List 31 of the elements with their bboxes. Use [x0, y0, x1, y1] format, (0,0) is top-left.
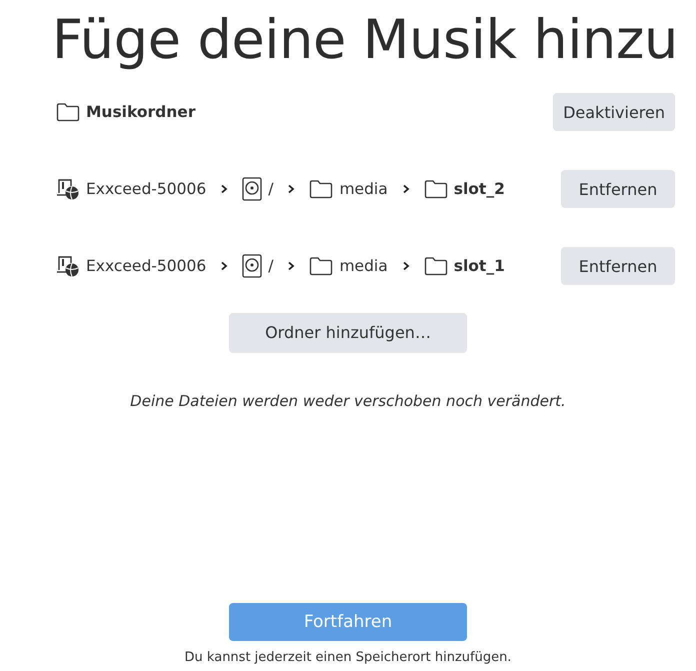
info-note: Deine Dateien werden weder verschoben noch verändert.	[130, 392, 566, 410]
folder-icon	[56, 102, 80, 122]
chevron-right-icon	[287, 261, 296, 271]
path-label: Exxceed-50006	[86, 180, 206, 198]
network-computer-icon	[56, 254, 80, 278]
folder-icon	[424, 179, 448, 199]
chevron-right-icon	[402, 184, 410, 194]
path-label: /	[268, 257, 274, 275]
chevron-right-icon	[220, 261, 228, 271]
location-button[interactable]: Entfernen	[561, 247, 675, 285]
folder-icon	[309, 256, 334, 276]
path-label: media	[339, 180, 388, 198]
folder-icon	[309, 179, 334, 199]
hard-drive-icon	[242, 254, 262, 278]
footer-hint: Du kannst jederzeit einen Speicherort hinzufügen.	[184, 650, 512, 665]
path-label: Exxceed-50006	[86, 257, 206, 275]
page-title: Füge deine Musik hinzu	[52, 7, 678, 73]
location-button[interactable]: Entfernen	[561, 170, 675, 208]
network-computer-icon	[56, 177, 80, 201]
location-button[interactable]: Deaktivieren	[553, 93, 675, 131]
folder-icon	[424, 256, 448, 276]
path-label: /	[268, 180, 274, 198]
hard-drive-icon	[242, 177, 262, 201]
chevron-right-icon	[220, 184, 228, 194]
path-label: media	[339, 257, 388, 275]
path-label: slot_2	[454, 180, 505, 198]
path-label: Musikordner	[86, 103, 196, 121]
chevron-right-icon	[287, 184, 296, 194]
chevron-right-icon	[402, 261, 410, 271]
add-folder-button[interactable]: Ordner hinzufügen…	[229, 312, 467, 352]
path-label: slot_1	[454, 257, 505, 275]
